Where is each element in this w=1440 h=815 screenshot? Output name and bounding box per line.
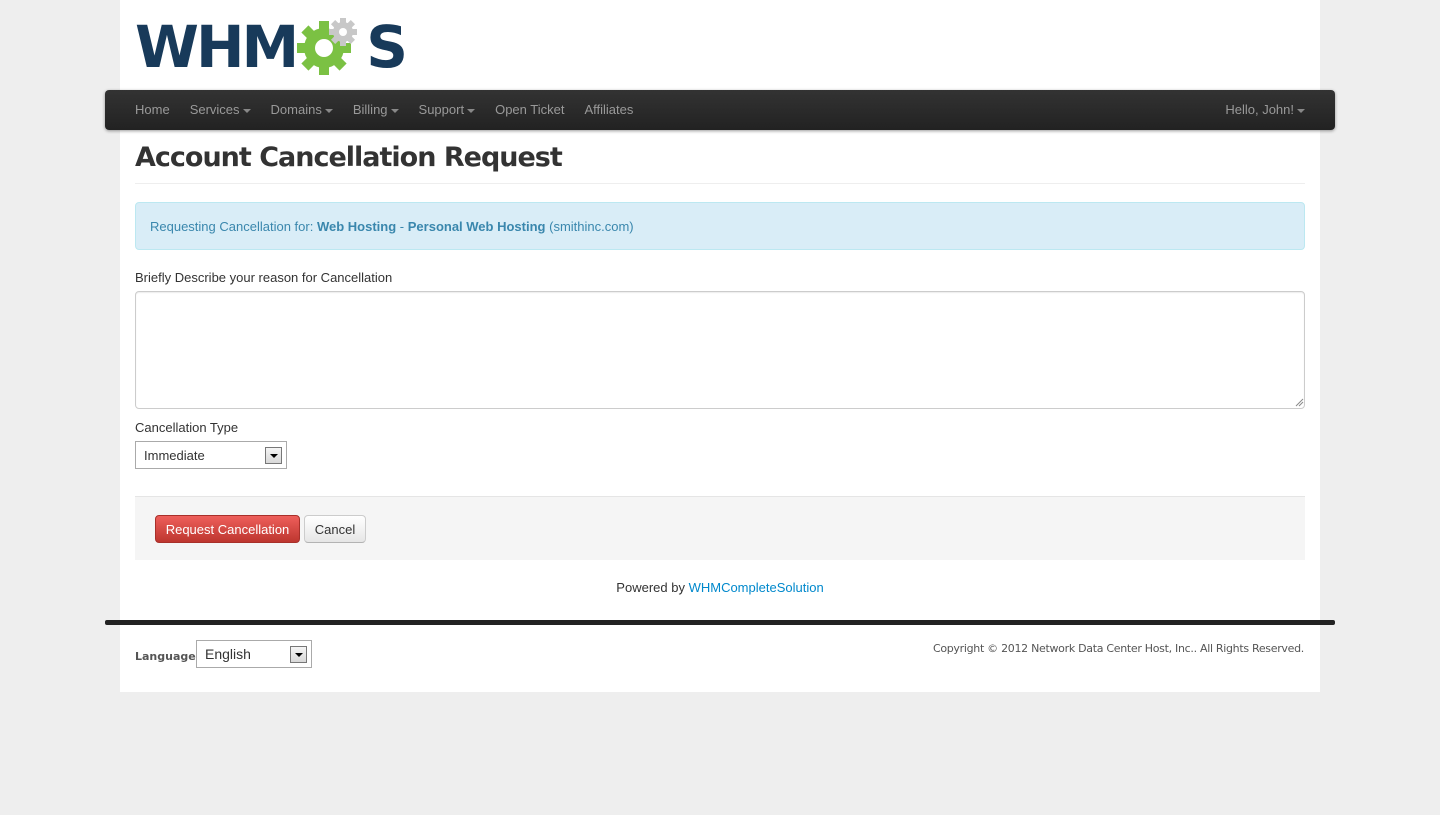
request-cancellation-button[interactable]: Request Cancellation [155,515,300,543]
nav-item-label: Affiliates [584,102,634,117]
nav-item-domains[interactable]: Domains [261,90,343,130]
user-menu-container: Hello, John! [1215,90,1315,130]
form-actions: Request Cancellation Cancel [135,496,1305,560]
main-navbar: Home Services Domains Billing Support Op… [105,90,1335,130]
alert-separator: - [399,218,405,234]
nav-item-services[interactable]: Services [180,90,261,130]
nav-item-label: Home [135,102,170,117]
nav-menu: Home Services Domains Billing Support Op… [125,90,643,130]
footer-divider [105,620,1335,625]
nav-item-label: Support [418,102,465,117]
user-menu[interactable]: Hello, John! [1215,90,1315,130]
caret-down-icon [242,109,251,113]
cancel-button[interactable]: Cancel [304,515,366,543]
user-menu-label: Hello, John! [1225,102,1294,117]
whmcs-logo[interactable]: WHM S [135,13,408,81]
cancellation-type-label: Cancellation Type [135,420,239,435]
language-value: English [205,646,251,662]
title-divider [135,183,1305,184]
language-label: Language: [135,650,201,663]
whmcs-link[interactable]: WHMCompleteSolution [689,580,824,595]
alert-plan: Personal Web Hosting [407,218,546,234]
dropdown-arrow-icon[interactable] [290,646,307,663]
copyright-text: Copyright © 2012 Network Data Center Hos… [932,642,1304,655]
page-title: Account Cancellation Request [135,142,563,173]
dropdown-arrow-icon[interactable] [265,447,282,464]
nav-item-label: Open Ticket [495,102,565,117]
nav-item-affiliates[interactable]: Affiliates [574,90,643,130]
logo-text-left: WHM [135,13,299,81]
resize-grip-icon[interactable] [1295,398,1304,407]
nav-item-label: Domains [270,102,322,117]
cancellation-type-select[interactable]: Immediate [135,441,287,469]
caret-down-icon [467,109,476,113]
alert-prefix: Requesting Cancellation for: [150,218,314,234]
nav-item-label: Services [189,102,240,117]
language-select[interactable]: English [196,640,312,668]
nav-item-billing[interactable]: Billing [343,90,409,130]
gear-icon [296,14,366,76]
reason-label: Briefly Describe your reason for Cancell… [135,270,393,285]
cancellation-type-value: Immediate [144,447,205,463]
nav-item-label: Billing [352,102,388,117]
logo-text-right: S [366,13,408,81]
caret-down-icon [324,109,333,113]
alert-product: Web Hosting [316,218,397,234]
nav-item-home[interactable]: Home [125,90,180,130]
powered-prefix: Powered by [616,580,685,595]
cancellation-info-alert: Requesting Cancellation for: Web Hosting… [135,202,1305,250]
nav-item-support[interactable]: Support [409,90,486,130]
caret-down-icon [1297,109,1305,113]
powered-by: Powered by WHMCompleteSolution [120,580,1320,595]
reason-textarea[interactable] [135,291,1305,409]
alert-domain: (smithinc.com) [549,218,634,234]
caret-down-icon [390,109,399,113]
nav-item-open-ticket[interactable]: Open Ticket [485,90,574,130]
